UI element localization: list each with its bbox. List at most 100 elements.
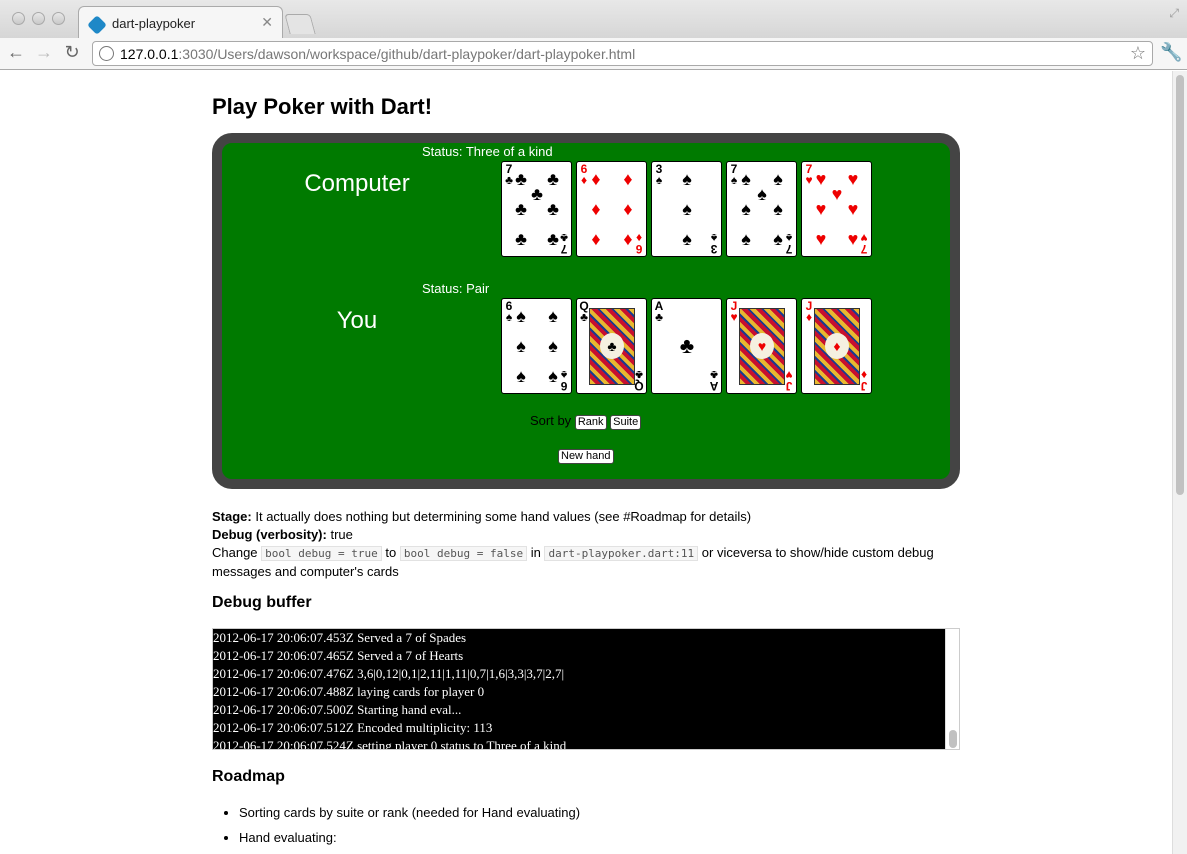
tab-title: dart-playpoker <box>112 16 196 31</box>
stage-label: Stage: <box>212 509 252 524</box>
card-pip: ♠ <box>548 366 558 386</box>
browser-toolbar: ← → ↻ 127.0.0.1:3030/Users/dawson/worksp… <box>0 38 1187 70</box>
minimize-window-button[interactable] <box>32 12 45 25</box>
close-window-button[interactable] <box>12 12 25 25</box>
debug-line: 2012-06-17 20:06:07.476Z 3,6|0,12|0,1|2,… <box>213 666 565 681</box>
debug-scrollbar-thumb[interactable] <box>949 730 957 748</box>
bookmark-star-icon[interactable]: ☆ <box>1130 43 1146 64</box>
sort-controls: Sort by Rank Suite <box>530 413 642 430</box>
new-tab-button[interactable] <box>284 14 316 34</box>
sort-suite-button[interactable]: Suite <box>610 415 642 430</box>
url-path: :3030/Users/dawson/workspace/github/dart… <box>178 46 636 62</box>
page-scrollbar[interactable] <box>1172 71 1187 854</box>
sort-rank-button[interactable]: Rank <box>574 415 607 430</box>
globe-icon <box>99 46 114 61</box>
debug-label: Debug (verbosity): <box>212 527 327 542</box>
card-pip: ♠ <box>516 366 526 386</box>
card-pip: ♠ <box>516 336 526 356</box>
card-pip: ♦ <box>591 199 601 219</box>
card-pip: ♠ <box>682 199 692 219</box>
close-tab-icon[interactable]: ✕ <box>261 14 273 31</box>
debug-line: 2012-06-17 20:06:07.500Z Starting hand e… <box>213 702 462 717</box>
computer-card-1: 7 ♣ 7 ♣ ♣ ♣ ♣ ♣ ♣ ♣ ♣ <box>501 161 572 257</box>
card-pip: ♣ <box>679 333 695 358</box>
change-in: in <box>530 545 541 560</box>
card-corner-index: Q ♣ <box>634 368 644 393</box>
card-pip: ♦ <box>623 199 633 219</box>
player-card-5: J ♦ J ♦ ♦ <box>801 298 872 394</box>
info-block: Stage: It actually does nothing but dete… <box>212 508 960 581</box>
forward-arrow-icon[interactable]: → <box>34 42 54 63</box>
computer-card-5: 7 ♥ 7 ♥ ♥ ♥ ♥ ♥ ♥ ♥ ♥ <box>801 161 872 257</box>
debug-line: 2012-06-17 20:06:07.453Z Served a 7 of S… <box>213 630 467 645</box>
card-pip: ♠ <box>548 336 558 356</box>
card-corner-index: J ♥ <box>785 368 793 393</box>
card-pip: ♠ <box>773 199 783 219</box>
card-pip: ♠ <box>548 306 558 326</box>
card-pip: ♠ <box>682 229 692 249</box>
card-pip: ♣ <box>547 199 559 219</box>
card-corner-index: 3 ♠ <box>655 162 663 187</box>
page-content: Play Poker with Dart! Computer Status: T… <box>212 71 960 854</box>
browser-tab[interactable]: dart-playpoker ✕ <box>78 6 283 38</box>
code-debug-false: bool debug = false <box>399 546 528 561</box>
face-card-illustration: ♥ <box>739 308 785 385</box>
card-pip: ♣ <box>547 229 559 249</box>
card-pip: ♦ <box>623 169 633 189</box>
computer-card-2: 6 ♦ 6 ♦ ♦ ♦ ♦ ♦ ♦ ♦ <box>576 161 647 257</box>
debug-value: true <box>330 527 353 542</box>
back-arrow-icon[interactable]: ← <box>6 42 26 63</box>
card-corner-index: A ♣ <box>709 368 719 393</box>
debug-lines: 2012-06-17 20:06:07.453Z Served a 7 of S… <box>213 629 959 750</box>
roadmap-item: Sorting cards by suite or rank (needed f… <box>239 800 580 825</box>
player-label: You <box>336 307 378 334</box>
card-pip: ♥ <box>815 229 827 249</box>
wrench-icon[interactable]: 🔧 <box>1160 42 1182 63</box>
scrollbar-thumb[interactable] <box>1176 75 1184 495</box>
address-bar[interactable]: 127.0.0.1:3030/Users/dawson/workspace/gi… <box>92 41 1153 66</box>
player-card-1: 6 ♠ 6 ♠ ♠ ♠ ♠ ♠ ♠ ♠ <box>501 298 572 394</box>
change-to: to <box>385 545 397 560</box>
roadmap-item: Hand evaluating: <box>239 825 580 850</box>
player-status: Status: Pair <box>422 281 490 296</box>
debug-buffer[interactable]: 2012-06-17 20:06:07.453Z Served a 7 of S… <box>212 628 960 750</box>
card-pip: ♥ <box>815 199 827 219</box>
face-card-illustration: ♦ <box>814 308 860 385</box>
card-corner-index: J ♥ <box>730 299 738 324</box>
card-pip: ♦ <box>623 229 633 249</box>
roadmap-list: Sorting cards by suite or rank (needed f… <box>239 800 580 850</box>
computer-status: Status: Three of a kind <box>422 144 553 159</box>
debug-line: 2012-06-17 20:06:07.488Z laying cards fo… <box>213 684 485 699</box>
change-prefix: Change <box>212 545 258 560</box>
debug-line: 2012-06-17 20:06:07.524Z setting player … <box>213 738 567 750</box>
card-pip: ♠ <box>516 306 526 326</box>
card-corner-index: Q ♣ <box>579 299 589 324</box>
card-pip: ♠ <box>682 169 692 189</box>
computer-label: Computer <box>304 170 410 197</box>
zoom-window-button[interactable] <box>52 12 65 25</box>
stage-text: It actually does nothing but determining… <box>255 509 752 524</box>
code-debug-true: bool debug = true <box>261 546 382 561</box>
poker-table: Computer Status: Three of a kind 7 ♣ 7 ♣ ♣… <box>212 133 960 489</box>
card-pip: ♦ <box>591 229 601 249</box>
face-card-suit: ♣ <box>600 333 624 359</box>
card-pip: ♣ <box>515 199 527 219</box>
card-pip: ♥ <box>847 229 859 249</box>
tab-strip: dart-playpoker ✕ ⤢ <box>0 0 1187 38</box>
debug-scrollbar[interactable] <box>945 629 959 749</box>
debug-line: 2012-06-17 20:06:07.465Z Served a 7 of H… <box>213 648 464 663</box>
card-corner-index: A ♣ <box>654 299 664 324</box>
reload-icon[interactable]: ↻ <box>62 42 82 63</box>
computer-card-4: 7 ♠ 7 ♠ ♠ ♠ ♠ ♠ ♠ ♠ ♠ <box>726 161 797 257</box>
card-corner-index: 3 ♠ <box>710 231 718 256</box>
code-file: dart-playpoker.dart:11 <box>544 546 699 561</box>
fullscreen-icon[interactable]: ⤢ <box>1169 6 1179 21</box>
new-hand-button[interactable]: New hand <box>558 449 614 464</box>
player-card-4: J ♥ J ♥ ♥ <box>726 298 797 394</box>
card-corner-index: J ♦ <box>860 368 868 393</box>
debug-line: 2012-06-17 20:06:07.512Z Encoded multipl… <box>213 720 493 735</box>
dart-favicon-icon <box>87 15 107 35</box>
card-pip: ♠ <box>773 229 783 249</box>
url-text[interactable]: 127.0.0.1:3030/Users/dawson/workspace/gi… <box>120 46 635 62</box>
card-pip: ♠ <box>741 199 751 219</box>
